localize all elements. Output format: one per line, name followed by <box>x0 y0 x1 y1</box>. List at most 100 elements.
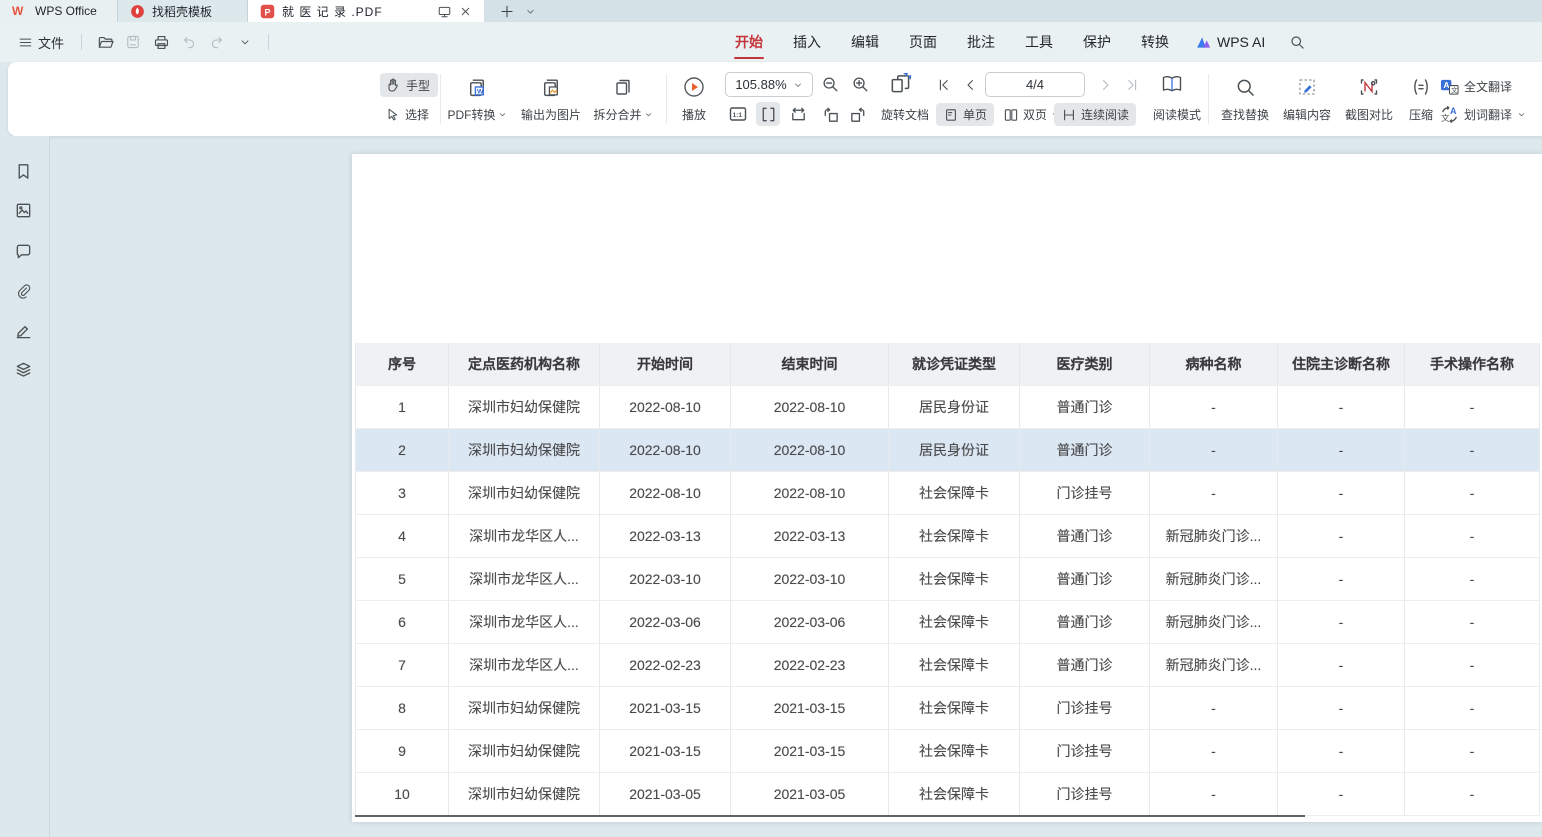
table-header-cell: 序号 <box>355 343 449 385</box>
first-page-button[interactable] <box>932 73 956 97</box>
redo-button[interactable] <box>205 30 229 54</box>
table-cell: 深圳市龙华区人... <box>449 558 600 600</box>
prev-page-button[interactable] <box>958 73 982 97</box>
actual-size-button[interactable]: 1:1 <box>726 102 750 126</box>
rotate-left-button[interactable] <box>818 102 842 126</box>
layers-panel-button[interactable] <box>12 358 34 380</box>
print-button[interactable] <box>149 30 173 54</box>
find-replace-icon <box>1235 77 1256 98</box>
split-merge-label: 拆分合并 <box>593 106 641 123</box>
table-cell: 2021-03-15 <box>600 730 731 772</box>
edit-content-button[interactable]: 编辑内容 <box>1274 71 1340 127</box>
play-button[interactable]: 播放 <box>668 71 720 127</box>
table-cell: 2022-08-10 <box>731 386 889 428</box>
present-monitor-icon[interactable] <box>437 4 452 19</box>
single-page-button[interactable]: 单页 <box>936 103 994 126</box>
pdf-page[interactable]: 序号定点医药机构名称开始时间结束时间就诊凭证类型医疗类别病种名称住院主诊断名称手… <box>352 154 1542 822</box>
tab-docer-templates[interactable]: 找稻壳模板 <box>118 0 248 22</box>
table-cell: 社会保障卡 <box>889 644 1020 686</box>
menu-item-2[interactable]: 插入 <box>791 28 823 56</box>
table-cell: 2021-03-05 <box>600 773 731 815</box>
table-header-cell: 结束时间 <box>731 343 889 385</box>
save-button[interactable] <box>121 30 145 54</box>
table-cell: 普通门诊 <box>1020 601 1150 643</box>
next-page-button[interactable] <box>1094 73 1118 97</box>
tab-document-pdf[interactable]: P 就 医 记 录 .PDF <box>248 0 484 22</box>
table-cell: 5 <box>355 558 449 600</box>
thumbnails-panel-button[interactable] <box>12 199 34 221</box>
table-cell: 9 <box>355 730 449 772</box>
menu-item-7[interactable]: 保护 <box>1081 28 1113 56</box>
file-menu-button[interactable]: 文件 <box>12 30 70 55</box>
swap-pages-button[interactable] <box>886 70 916 98</box>
pdf-convert-button[interactable]: W PDF转换 <box>441 71 513 127</box>
hand-tool-button[interactable]: 手型 <box>380 73 438 97</box>
zoom-out-button[interactable] <box>818 72 842 96</box>
tab-list-chevron-icon[interactable] <box>520 0 540 22</box>
table-cell: 2021-03-15 <box>731 687 889 729</box>
table-row: 7深圳市龙华区人...2022-02-232022-02-23社会保障卡普通门诊… <box>355 644 1540 687</box>
signature-panel-button[interactable] <box>12 319 34 341</box>
find-replace-button[interactable]: 查找替换 <box>1212 71 1278 127</box>
table-row: 9深圳市妇幼保健院2021-03-152021-03-15社会保障卡门诊挂号--… <box>355 730 1540 773</box>
zoom-in-icon <box>851 75 870 94</box>
open-file-button[interactable] <box>93 30 117 54</box>
new-tab-button[interactable]: ＋ <box>494 0 520 22</box>
table-cell: 深圳市龙华区人... <box>449 644 600 686</box>
split-merge-button[interactable]: 拆分合并 <box>588 71 658 127</box>
close-tab-icon[interactable] <box>459 5 472 18</box>
pdf-file-icon: P <box>260 4 275 19</box>
continuous-read-icon <box>1061 107 1077 123</box>
table-cell: - <box>1405 687 1540 729</box>
menu-item-3[interactable]: 编辑 <box>849 28 881 56</box>
table-row: 3深圳市妇幼保健院2022-08-102022-08-10社会保障卡门诊挂号--… <box>355 472 1540 515</box>
svg-text:W: W <box>12 4 24 18</box>
menu-item-5[interactable]: 批注 <box>965 28 997 56</box>
last-page-button[interactable] <box>1120 73 1144 97</box>
read-mode-button-icon[interactable] <box>1158 70 1186 98</box>
tab-wps-home[interactable]: W WPS Office <box>0 0 118 22</box>
continuous-read-button[interactable]: 连续阅读 <box>1054 103 1136 126</box>
menu-item-4[interactable]: 页面 <box>907 28 939 56</box>
table-cell: 2022-02-23 <box>600 644 731 686</box>
menu-item-1[interactable]: 开始 <box>733 28 765 56</box>
table-cell: 社会保障卡 <box>889 773 1020 815</box>
select-tool-button[interactable]: 选择 <box>380 102 437 126</box>
word-translate-button[interactable]: 文 A 划词翻译 <box>1440 102 1526 126</box>
fit-width-button[interactable] <box>786 102 810 126</box>
undo-button[interactable] <box>177 30 201 54</box>
wps-window: W WPS Office 找稻壳模板 P 就 医 记 录 .PDF <box>0 0 1542 837</box>
menu-item-8[interactable]: 转换 <box>1139 28 1171 56</box>
quickbar-chevron-icon[interactable] <box>233 30 257 54</box>
table-cell: 普通门诊 <box>1020 429 1150 471</box>
read-mode-button[interactable]: 阅读模式 <box>1146 103 1208 126</box>
table-cell: - <box>1278 644 1405 686</box>
rotate-doc-label: 旋转文档 <box>881 106 929 123</box>
file-menu-label: 文件 <box>38 33 64 52</box>
table-header-cell: 定点医药机构名称 <box>449 343 600 385</box>
table-cell: 2022-03-06 <box>731 601 889 643</box>
zoom-level-select[interactable]: 105.88% <box>725 72 813 97</box>
fit-page-button[interactable] <box>756 102 780 126</box>
rotate-doc-button[interactable]: 旋转文档 <box>874 103 936 126</box>
full-translate-label: 全文翻译 <box>1464 78 1512 95</box>
chevron-down-icon <box>793 80 803 90</box>
table-cell: 普通门诊 <box>1020 515 1150 557</box>
wps-ai-button[interactable]: WPS AI <box>1195 34 1265 51</box>
page-number-input[interactable]: 4/4 <box>985 72 1085 97</box>
table-cell: 深圳市妇幼保健院 <box>449 429 600 471</box>
rotate-right-button[interactable] <box>846 102 870 126</box>
one-to-one-icon: 1:1 <box>728 104 748 124</box>
attachments-panel-button[interactable] <box>12 279 34 301</box>
screenshot-compare-button[interactable]: 截图对比 <box>1336 71 1402 127</box>
table-cell: - <box>1150 773 1278 815</box>
compress-button[interactable]: 压缩 <box>1398 71 1444 127</box>
bookmarks-panel-button[interactable] <box>12 160 34 182</box>
zoom-in-button[interactable] <box>848 72 872 96</box>
table-cell: 深圳市龙华区人... <box>449 515 600 557</box>
menu-search-icon[interactable] <box>1289 34 1306 51</box>
export-image-button[interactable]: 输出为图片 <box>514 71 588 127</box>
menu-item-6[interactable]: 工具 <box>1023 28 1055 56</box>
comments-panel-button[interactable] <box>12 240 34 262</box>
full-translate-button[interactable]: A 文 全文翻译 <box>1440 74 1512 98</box>
